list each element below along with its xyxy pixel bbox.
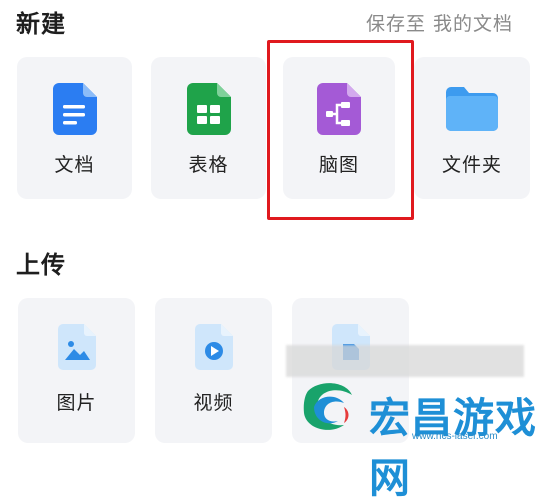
document-icon (52, 83, 97, 135)
upload-video-button[interactable]: 视频 (155, 298, 272, 443)
image-icon (57, 324, 96, 370)
upload-section-title: 上传 (16, 251, 66, 279)
upload-image-button[interactable]: 图片 (18, 298, 135, 443)
watermark-url: www.hcs-laser.com (412, 431, 498, 442)
watermark-blur (286, 345, 524, 377)
upload-image-label: 图片 (56, 392, 97, 414)
highlight-box (267, 40, 414, 220)
new-document-button[interactable]: 文档 (17, 57, 132, 199)
new-spreadsheet-label: 表格 (188, 154, 229, 176)
upload-video-label: 视频 (193, 392, 234, 414)
folder-icon (446, 87, 498, 131)
video-icon (194, 324, 233, 370)
save-location-link[interactable]: 保存至 我的文档 (366, 9, 513, 36)
new-spreadsheet-button[interactable]: 表格 (151, 57, 266, 199)
new-section-title: 新建 (16, 10, 66, 38)
new-document-label: 文档 (54, 154, 95, 176)
spreadsheet-icon (186, 83, 231, 135)
new-folder-label: 文件夹 (441, 154, 502, 176)
new-folder-button[interactable]: 文件夹 (414, 57, 530, 199)
watermark-text: 宏昌游戏网 (369, 394, 537, 502)
watermark-logo-icon (303, 383, 352, 430)
